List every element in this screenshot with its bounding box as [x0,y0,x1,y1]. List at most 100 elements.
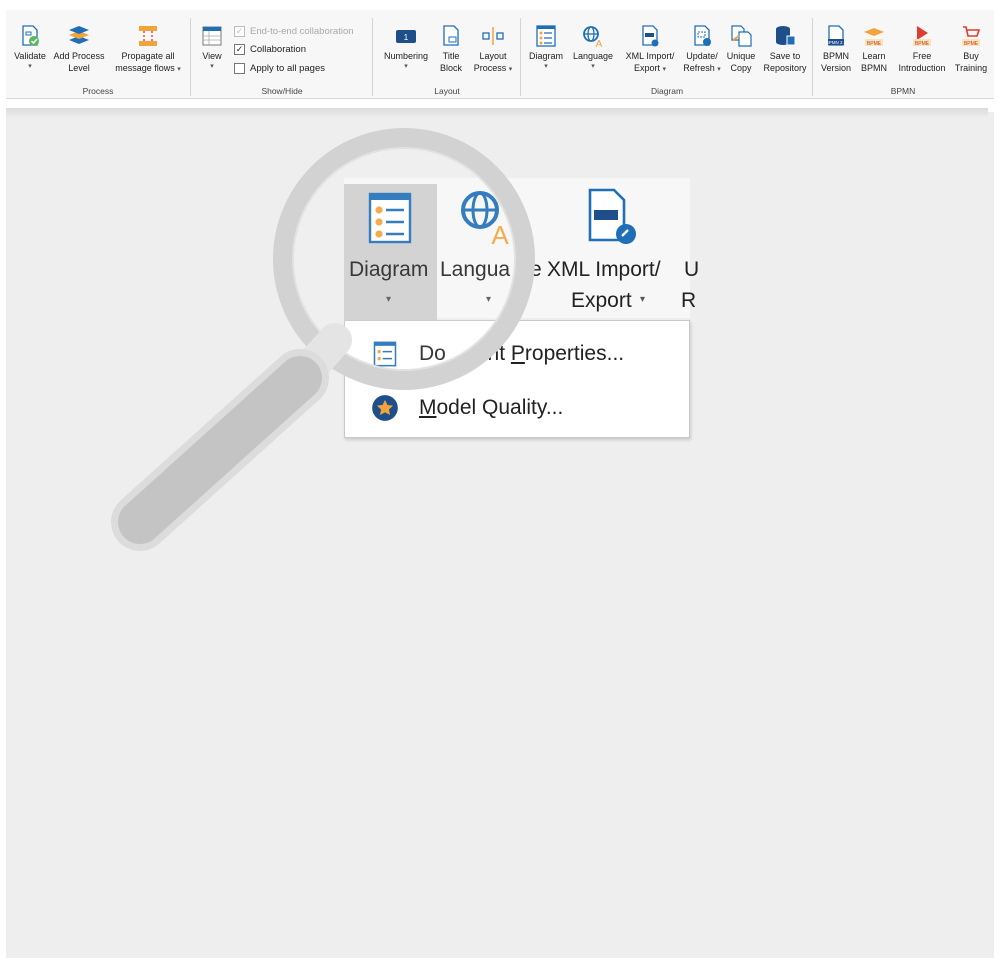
add-process-level-button[interactable]: Add Process Level [50,24,108,74]
save-label-2: Repository [763,63,807,73]
free-introduction-button[interactable]: BPME Free Introduction [894,24,950,74]
ribbon: Validate ▾ Add Process Level Propagate a… [6,10,994,99]
diagram-group: Diagram ▾ A Language ▾ XML Import/ Expor… [522,10,812,98]
canvas-shadow [6,108,988,118]
doc-props-text-3: roperties... [524,342,625,365]
save-label-1: Save to [769,51,801,61]
learn-bpmn-button[interactable]: BPME Learn BPMN [858,24,890,74]
buy-training-button[interactable]: BPME Buy Training [952,24,990,74]
diagram-list-icon [368,192,412,244]
xml-label-2: Export [633,63,660,73]
numbering-button[interactable]: 1 Numbering ▾ [380,24,432,71]
xml-label-1: XML Import/ [625,51,675,61]
bpmn-version-icon: BPMN 2.0 [826,25,847,46]
add-process-label-1: Add Process [53,51,105,61]
bpme-badge: BPME [915,41,930,47]
language-label: Language [572,51,614,61]
learn-label-2: BPMN [860,63,887,73]
validate-button[interactable]: Validate ▾ [10,24,50,71]
bpmn-version-badge: BPMN 2.0 [826,40,847,45]
title-block-button[interactable]: Title Block [436,24,466,74]
layout-process-button[interactable]: Layout Process ▾ [470,24,516,76]
bpmn-group-label: BPMN [890,86,916,96]
title-block-label-1: Title [442,51,460,61]
end-to-end-label: End-to-end collaboration [250,26,354,37]
model-quality-accelerator: M [419,396,437,419]
validate-label: Validate [14,51,46,61]
chevron-down-icon: ▾ [508,66,513,73]
diagram-dropdown-menu: Do ent Properties... Model Quality... [344,320,690,438]
showhide-group: View ▾ ✓ End-to-end collaboration ✓ Coll… [192,10,372,98]
chevron-down-icon: ▾ [28,63,32,70]
propagate-icon [139,26,157,46]
zoomed-xml-label-1: XML Import/ [547,258,661,281]
title-block-label-2: Block [439,63,462,73]
bpme-badge: BPME [964,41,979,47]
validate-icon [22,25,39,46]
checkbox-empty-icon [234,63,245,74]
process-group-label: Process [82,86,114,96]
view-button[interactable]: View ▾ [198,24,226,71]
language-button[interactable]: A Language ▾ [570,24,616,71]
zoomed-update-label-1: U [684,258,700,281]
chevron-down-icon: ▾ [486,294,492,305]
menu-item-document-properties[interactable]: Do ent Properties... [345,331,689,377]
zoomed-xml-label-2: Export [571,289,632,312]
update-refresh-button[interactable]: Update/ Refresh ▾ [682,24,722,76]
free-label-2: Introduction [898,63,946,73]
layout-process-label-1: Layout [479,51,507,61]
language-globe-icon: A [583,26,603,48]
buy-label-1: Buy [963,51,979,61]
unique-label-2: Copy [730,63,752,73]
chevron-down-icon: ▾ [544,63,548,70]
copy-file-icon [731,25,752,47]
propagate-message-flows-button[interactable]: Propagate all message flows ▾ [110,24,186,76]
chevron-down-icon: ▾ [210,63,214,70]
svg-text:A: A [596,39,603,48]
xml-file-icon [642,25,659,47]
play-icon: BPME [913,26,931,47]
language-globe-icon: A [461,191,509,248]
view-icon [202,26,222,46]
group-divider [812,18,813,96]
diagram-button[interactable]: Diagram ▾ [526,24,566,71]
learn-label-1: Learn [862,51,886,61]
svg-text:A: A [491,220,509,248]
refresh-file-icon [694,25,711,46]
diagram-label: Diagram [528,51,563,61]
zoomed-update-label-2: R [681,289,697,312]
unique-copy-button[interactable]: Unique Copy [724,24,758,74]
doc-props-text-2: ent [475,342,511,365]
chevron-down-icon: ▾ [640,294,646,305]
bpmn-group: BPMN 2.0 BPMN Version BPME Learn BPMN BP… [814,10,992,98]
diagram-list-icon [536,25,556,47]
buy-label-2: Training [954,63,988,73]
collaboration-checkbox[interactable]: ✓ Collaboration [234,44,306,55]
zoomed-language-label: Langua [440,258,511,281]
star-badge-icon [372,395,398,421]
menu-item-document-properties-label: Do ent Properties... [419,342,624,366]
apply-to-all-pages-checkbox[interactable]: Apply to all pages [234,63,325,74]
zoomed-language-label-tail: e [530,258,542,281]
view-label: View [202,51,222,61]
update-label-2: Refresh [683,63,715,73]
layout-process-label-2: Process [473,63,507,73]
propagate-label-2: message flows [115,63,175,73]
xml-import-export-button[interactable]: XML Import/ Export ▾ [620,24,680,76]
numbering-label: Numbering [383,51,429,61]
unique-label-1: Unique [726,51,756,61]
bpmn-version-button[interactable]: BPMN 2.0 BPMN Version [818,24,854,74]
svg-text:1: 1 [404,33,409,42]
menu-item-model-quality[interactable]: Model Quality... [345,385,689,431]
propagate-label-1: Propagate all [121,51,175,61]
document-properties-icon [373,341,397,367]
group-divider [190,18,191,96]
checkbox-checked-icon: ✓ [234,26,245,37]
layout-group-label: Layout [434,86,460,96]
save-to-repository-button[interactable]: Save to Repository [760,24,810,74]
doc-props-accelerator: P [510,342,525,365]
update-label-1: Update/ [686,51,718,61]
diagram-group-label: Diagram [650,86,684,96]
end-to-end-collaboration-checkbox[interactable]: ✓ End-to-end collaboration [234,26,354,37]
checkbox-checked-icon: ✓ [234,44,245,55]
